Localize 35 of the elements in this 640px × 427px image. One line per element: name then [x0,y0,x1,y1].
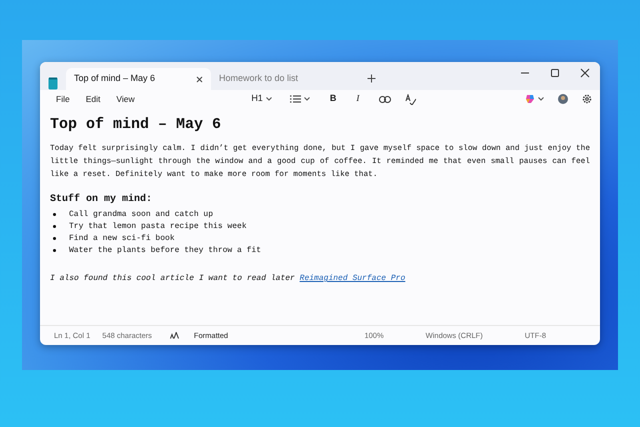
list-heading: Stuff on my mind: [50,192,154,207]
close-icon[interactable] [580,68,590,78]
document-title: Top of mind – May 6 [50,116,222,134]
copilot-icon[interactable] [525,94,535,104]
chevron-icon [304,97,310,101]
menu-item[interactable]: Edit [78,92,108,106]
settings-icon[interactable] [582,94,592,104]
tab[interactable]: Top of mind – May 6 [66,68,211,90]
menu-item[interactable]: View [108,92,143,106]
notepad-icon [48,77,58,90]
tab[interactable]: Homework to do list [211,68,361,90]
add-tab-icon[interactable] [367,74,376,83]
chevron-icon [266,97,272,101]
avatar-icon[interactable] [558,94,568,104]
close-icon[interactable] [196,76,203,82]
menu-item[interactable]: File [48,92,78,106]
text-size-icon [170,332,179,339]
heading-dropdown[interactable]: H1 [245,92,278,106]
bullet-icon [53,225,56,228]
bold-button[interactable]: B [324,92,342,106]
chevron-icon[interactable] [538,97,544,101]
bullet-icon [53,249,56,252]
list-item: Water the plants before they throw a fit [69,245,262,257]
italic-button[interactable]: I [350,92,366,106]
spellcheck-icon[interactable] [405,94,416,104]
bullet-icon [53,237,56,240]
article-link[interactable]: Reimagined Surface Pro [300,274,406,283]
bullet-icon [53,213,56,216]
maximize-icon[interactable] [550,68,560,78]
link-icon[interactable] [379,96,392,102]
list-icon [290,95,301,103]
list-item: Call grandma soon and catch up [69,209,214,221]
closing-sentence: I also found this cool article I want to read later Reimagined Surface Pro [50,273,406,285]
list-item: Find a new sci-fi book [69,233,175,245]
list-item: Try that lemon pasta recipe this week [69,221,247,233]
